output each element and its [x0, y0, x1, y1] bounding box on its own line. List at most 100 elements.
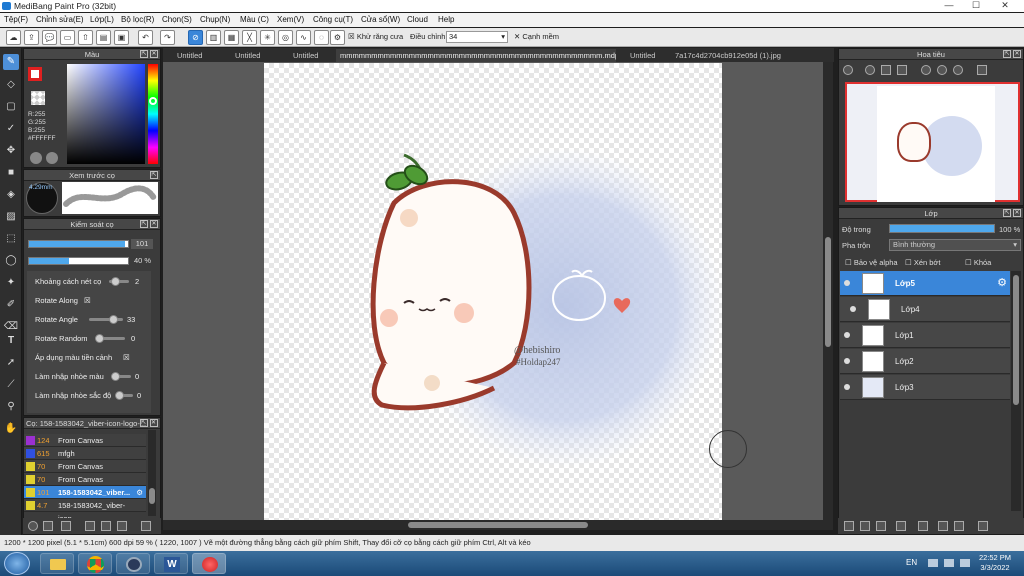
protect-alpha-checkbox[interactable]: ☐ Bảo vệ alpha — [845, 258, 898, 267]
import-brush-icon[interactable] — [101, 521, 111, 531]
cross-snap-icon[interactable]: ╳ — [242, 30, 257, 45]
folder-icon[interactable] — [43, 521, 53, 531]
tab-image-file[interactable]: 7a17c4d2704cb912e05d (1).jpg — [671, 49, 785, 62]
fill-rect-tool-icon[interactable]: ■ — [3, 165, 19, 181]
cloud-icon[interactable]: ☁ — [6, 30, 21, 45]
gear-icon[interactable]: ⚙ — [136, 486, 143, 499]
share-icon[interactable]: ⇧ — [78, 30, 93, 45]
panel-close-icon[interactable]: ✕ — [150, 419, 158, 427]
menu-window[interactable]: Cửa sổ(W) — [361, 13, 400, 27]
color-blur-knob[interactable] — [111, 372, 120, 381]
merge-layer-icon[interactable] — [954, 521, 964, 531]
magic-wand-tool-icon[interactable]: ✦ — [3, 275, 19, 291]
brush-list-item-selected[interactable]: 101 158-1583042_viber... ⚙ — [24, 486, 146, 499]
brush-size-value[interactable]: 101 — [131, 239, 153, 249]
volume-icon[interactable] — [960, 559, 970, 567]
dot-tool-icon[interactable]: ▢ — [3, 99, 19, 115]
eyedrop-color-icon[interactable] — [46, 152, 58, 164]
export-icon[interactable]: ▤ — [96, 30, 111, 45]
brush-list-scrollbar[interactable] — [148, 430, 156, 516]
start-button[interactable] — [4, 552, 30, 575]
undo-icon[interactable]: ↶ — [138, 30, 153, 45]
zoom-in-icon[interactable] — [865, 65, 875, 75]
reset-rotation-icon[interactable] — [937, 65, 947, 75]
save-icon[interactable]: ▣ — [114, 30, 129, 45]
clipping-checkbox[interactable]: ☐ Xén bớt — [905, 258, 940, 267]
menu-select[interactable]: Chọn(S) — [162, 13, 192, 27]
flag-icon[interactable] — [928, 559, 938, 567]
close-button[interactable]: ✕ — [990, 0, 1020, 12]
trash-icon[interactable] — [978, 521, 988, 531]
taskbar-explorer-icon[interactable] — [40, 553, 74, 574]
copy-brush-icon[interactable] — [85, 521, 95, 531]
foreground-color-swatch[interactable] — [28, 67, 42, 81]
visibility-eye-icon[interactable] — [844, 280, 850, 286]
layer-row-selected[interactable]: Lớp5 ⚙ — [840, 271, 1010, 296]
add-layer-menu-icon[interactable] — [896, 521, 906, 531]
network-icon[interactable] — [944, 559, 954, 567]
menu-view[interactable]: Xem(V) — [277, 13, 304, 27]
rotate-along-checkbox[interactable]: ☒ — [84, 296, 91, 305]
layer-row[interactable]: Lớp2 — [840, 349, 1010, 374]
color-picker-square[interactable] — [67, 64, 145, 164]
comment-icon[interactable]: ▭ — [60, 30, 75, 45]
panel-close-icon[interactable]: ✕ — [1013, 50, 1021, 58]
radial-snap-icon[interactable]: ✳ — [260, 30, 275, 45]
menu-file[interactable]: Tệp(F) — [4, 13, 28, 27]
antialias-checkbox[interactable]: ☒ Khử răng cưa — [348, 32, 403, 41]
folder-icon[interactable] — [918, 521, 928, 531]
tab-untitled-4[interactable]: Untitled — [626, 49, 659, 62]
hue-slider[interactable] — [148, 64, 158, 164]
menu-edit[interactable]: Chỉnh sửa(E) — [36, 13, 84, 27]
panel-float-icon[interactable]: ⇱ — [140, 419, 148, 427]
panel-close-icon[interactable]: ✕ — [150, 50, 158, 58]
curve-snap-icon[interactable]: ∿ — [296, 30, 311, 45]
maximize-button[interactable]: ☐ — [963, 0, 989, 12]
tab-active-document[interactable]: mmmmmmmmmmmmmmmmmmmmmmmmmmmmmmmmmmmmmmmm… — [336, 49, 616, 62]
layer-row[interactable]: Lớp3 — [840, 375, 1010, 400]
select-tool-icon[interactable]: ⬚ — [3, 231, 19, 247]
navigator-preview[interactable] — [845, 82, 1020, 202]
upload-icon[interactable]: ⇪ — [24, 30, 39, 45]
canvas-vertical-scrollbar[interactable] — [823, 62, 833, 520]
layer-list-scrollbar[interactable] — [1011, 271, 1021, 511]
circle-snap-icon[interactable]: ◎ — [278, 30, 293, 45]
eraser-tool-icon[interactable]: ◇ — [3, 77, 19, 93]
divide-tool-icon[interactable]: ⟋ — [3, 377, 19, 393]
correction-select[interactable]: 34 ▾ — [446, 31, 508, 43]
menu-layer[interactable]: Lớp(L) — [90, 13, 114, 27]
text-tool-icon[interactable]: T — [3, 333, 19, 349]
palette-icon[interactable] — [30, 152, 42, 164]
ellipse-snap-icon[interactable]: ◌ — [314, 30, 329, 45]
trash-icon[interactable] — [141, 521, 151, 531]
visibility-eye-icon[interactable] — [850, 306, 856, 312]
soft-edge-checkbox[interactable]: ✕ Cạnh mềm — [514, 32, 559, 41]
lock-checkbox[interactable]: ☐ Khóa — [965, 258, 991, 267]
tab-untitled-2[interactable]: Untitled — [231, 49, 264, 62]
gradient-tool-icon[interactable]: ▨ — [3, 209, 19, 225]
layer-row[interactable]: Lớp4 — [840, 297, 1010, 322]
panel-float-icon[interactable]: ⇱ — [1003, 209, 1011, 217]
brush-list-item[interactable]: 70 From Canvas — [24, 460, 146, 473]
hand-tool-icon[interactable]: ✋ — [3, 421, 19, 437]
panel-float-icon[interactable]: ⇱ — [140, 50, 148, 58]
apply-fg-color-checkbox[interactable]: ☒ — [123, 353, 130, 362]
minimize-button[interactable]: — — [936, 0, 962, 12]
menu-cloud[interactable]: Cloud — [407, 13, 428, 27]
menu-help[interactable]: Help — [438, 13, 454, 27]
menu-color[interactable]: Màu (C) — [240, 13, 269, 27]
flip-icon[interactable] — [977, 65, 987, 75]
rotate-angle-knob[interactable] — [109, 315, 118, 324]
actual-size-icon[interactable] — [897, 65, 907, 75]
duplicate-layer-icon[interactable] — [938, 521, 948, 531]
tab-untitled-1[interactable]: Untitled — [173, 49, 206, 62]
new-color-layer-icon[interactable] — [860, 521, 870, 531]
brush-list-item[interactable]: 615 mfgh — [24, 447, 146, 460]
visibility-eye-icon[interactable] — [844, 358, 850, 364]
zoom-in-icon[interactable] — [843, 65, 853, 75]
tab-untitled-3[interactable]: Untitled — [289, 49, 322, 62]
new-brush-icon[interactable] — [61, 521, 71, 531]
menu-filter[interactable]: Bộ lọc(R) — [121, 13, 154, 27]
taskbar-medibang-icon[interactable] — [192, 553, 226, 574]
redo-icon[interactable]: ↷ — [160, 30, 175, 45]
